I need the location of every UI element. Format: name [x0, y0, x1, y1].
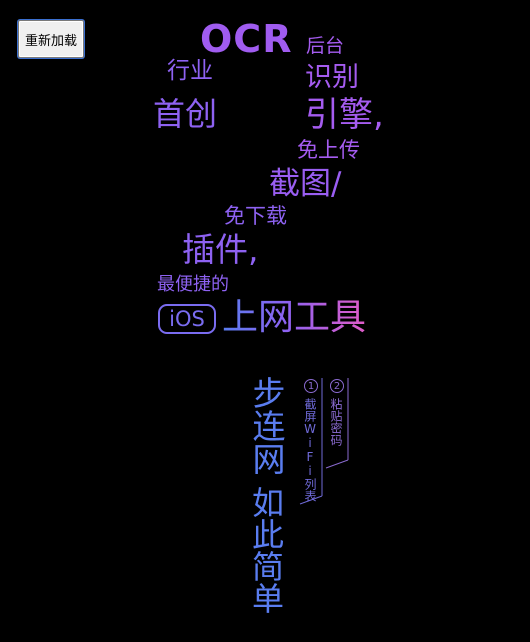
no-download-word: 免下载	[224, 204, 287, 228]
industry-word: 行业	[167, 58, 213, 84]
step-1-text: 截屏WiFi列表	[303, 398, 317, 502]
ocr-word: OCR	[200, 17, 293, 61]
step-1-number: 1	[304, 379, 318, 393]
plugin-word: 插件,	[182, 230, 259, 269]
no-upload-word: 免上传	[297, 138, 360, 162]
first-word: 首创	[153, 95, 218, 133]
ios-badge: iOS	[158, 304, 216, 334]
internet-tools-text: 上网工具	[222, 297, 367, 338]
screenshot-word: 截图/	[269, 166, 342, 202]
most-convenient-word: 最便捷的	[157, 274, 229, 295]
recognition-word: 识别	[305, 62, 359, 93]
step-2-number: 2	[330, 379, 344, 393]
step-2-divider-tail	[325, 459, 349, 469]
so-simple-word: 如此简单	[247, 486, 285, 614]
step-2-text: 粘贴密码	[329, 398, 343, 446]
reload-button[interactable]: 重新加载	[18, 20, 84, 58]
wifi-steps-word: 步连网	[247, 376, 286, 475]
page: 重新加载 OCR 后台 行业 识别 首创 引擎, 免上传 截图/ 免下载 插件,…	[0, 0, 530, 642]
engine-word: 引擎,	[305, 95, 384, 135]
internet-tools-word: 上网工具	[222, 300, 366, 336]
backend-word: 后台	[306, 35, 345, 57]
